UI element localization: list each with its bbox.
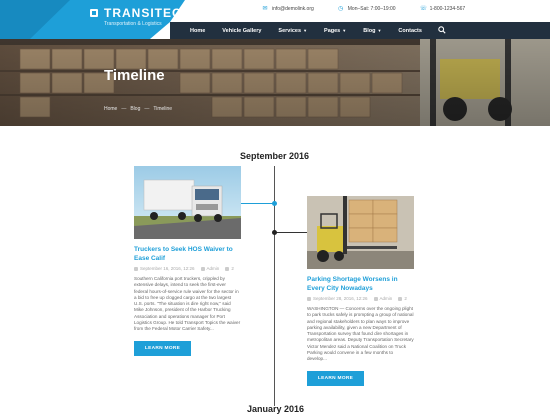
timeline-dot: [272, 230, 277, 235]
nav-blog[interactable]: Blog ▼: [363, 28, 381, 34]
breadcrumb-separator: —: [144, 106, 150, 112]
post-author-text: Admin: [206, 266, 220, 271]
contact-email-text: info@demolink.org: [272, 6, 314, 12]
timeline-section-date: September 2016: [240, 151, 310, 161]
logo-text: TRANSITEC: [104, 6, 182, 20]
mail-icon: ✉: [262, 6, 268, 12]
nav-contacts[interactable]: Contacts: [398, 28, 422, 34]
nav-services-label: Services: [278, 27, 302, 34]
breadcrumb: Home — Blog — Timeline: [104, 106, 172, 112]
timeline-post: Parking Shortage Worsens in Every City N…: [307, 196, 414, 386]
breadcrumb-blog[interactable]: Blog: [130, 106, 140, 112]
post-image-truck[interactable]: [134, 166, 241, 239]
nav-services[interactable]: Services ▼: [278, 28, 307, 34]
calendar-icon: [134, 266, 138, 271]
contact-hours: ◷ Mon–Sat: 7:00–19:00: [338, 6, 396, 12]
post-date-text: September 16, 2016, 12:26: [140, 266, 195, 271]
user-icon: [200, 266, 205, 271]
user-icon: [373, 296, 378, 301]
phone-icon: ☏: [419, 6, 428, 12]
post-author[interactable]: Admin: [200, 266, 220, 271]
chevron-down-icon: ▼: [377, 28, 382, 33]
post-title[interactable]: Truckers to Seek HOS Waiver to Ease Cali…: [134, 245, 241, 263]
nav-home[interactable]: Home: [190, 28, 205, 34]
contact-phone-text: 1-800-1234-567: [429, 6, 466, 12]
page-title: Timeline: [104, 67, 165, 84]
nav-blog-label: Blog: [363, 27, 376, 34]
clock-icon: ◷: [338, 6, 344, 12]
post-comments-count: 2: [404, 296, 407, 301]
contact-phone[interactable]: ☏ 1-800-1234-567: [420, 6, 466, 12]
calendar-icon: [307, 296, 311, 301]
warehouse-photo: [0, 39, 550, 126]
timeline-connector: [275, 232, 307, 233]
post-date-text: September 28, 2016, 12:26: [313, 296, 368, 301]
comment-icon: [398, 296, 403, 301]
post-comments-count: 2: [231, 266, 234, 271]
learn-more-button[interactable]: LEARN MORE: [134, 340, 191, 356]
post-author[interactable]: Admin: [373, 296, 393, 301]
logo-tagline: Transportation & Logistics: [104, 21, 162, 27]
post-comments[interactable]: 2: [225, 266, 234, 271]
nav-pages-label: Pages: [324, 27, 341, 34]
post-author-text: Admin: [379, 296, 393, 301]
timeline-post: Truckers to Seek HOS Waiver to Ease Cali…: [134, 166, 241, 356]
post-excerpt: WASHINGTON — Concerns over the ongoing p…: [307, 306, 414, 362]
breadcrumb-current: Timeline: [153, 106, 173, 112]
timeline-dot: [272, 201, 277, 206]
post-meta: September 16, 2016, 12:26 Admin 2: [134, 266, 241, 271]
chevron-down-icon: ▼: [342, 28, 347, 33]
nav-home-label: Home: [190, 27, 206, 34]
timeline-connector: [241, 203, 274, 204]
post-date: September 16, 2016, 12:26: [134, 266, 195, 271]
site-header: TRANSITEC Transportation & Logistics ✉ i…: [0, 0, 550, 39]
nav-contacts-label: Contacts: [398, 27, 422, 34]
nav-vehicle-gallery[interactable]: Vehicle Gallery: [222, 28, 261, 34]
contact-bar: ✉ info@demolink.org ◷ Mon–Sat: 7:00–19:0…: [262, 4, 489, 14]
post-date: September 28, 2016, 12:26: [307, 296, 368, 301]
post-excerpt: Southern California port truckers, cripp…: [134, 276, 241, 332]
nav-vehicle-gallery-label: Vehicle Gallery: [222, 27, 262, 34]
contact-hours-text: Mon–Sat: 7:00–19:00: [347, 6, 396, 12]
logo-icon: [90, 9, 98, 17]
post-image-forklift[interactable]: [307, 196, 414, 269]
post-comments[interactable]: 2: [398, 296, 407, 301]
timeline-section-date: January 2016: [247, 404, 305, 414]
search-icon[interactable]: [438, 26, 446, 34]
hero-banner: Timeline Home — Blog — Timeline: [0, 39, 550, 126]
logo[interactable]: TRANSITEC Transportation & Logistics: [0, 0, 185, 39]
nav-pages[interactable]: Pages ▼: [324, 28, 346, 34]
post-meta: September 28, 2016, 12:26 Admin 2: [307, 296, 414, 301]
breadcrumb-home[interactable]: Home: [104, 106, 117, 112]
comment-icon: [225, 266, 230, 271]
chevron-down-icon: ▼: [303, 28, 308, 33]
breadcrumb-separator: —: [121, 106, 127, 112]
learn-more-button[interactable]: LEARN MORE: [307, 370, 364, 386]
main-nav: Home Vehicle Gallery Services ▼ Pages ▼ Bl…: [170, 22, 550, 39]
contact-email[interactable]: ✉ info@demolink.org: [262, 6, 314, 12]
post-title[interactable]: Parking Shortage Worsens in Every City N…: [307, 275, 414, 293]
